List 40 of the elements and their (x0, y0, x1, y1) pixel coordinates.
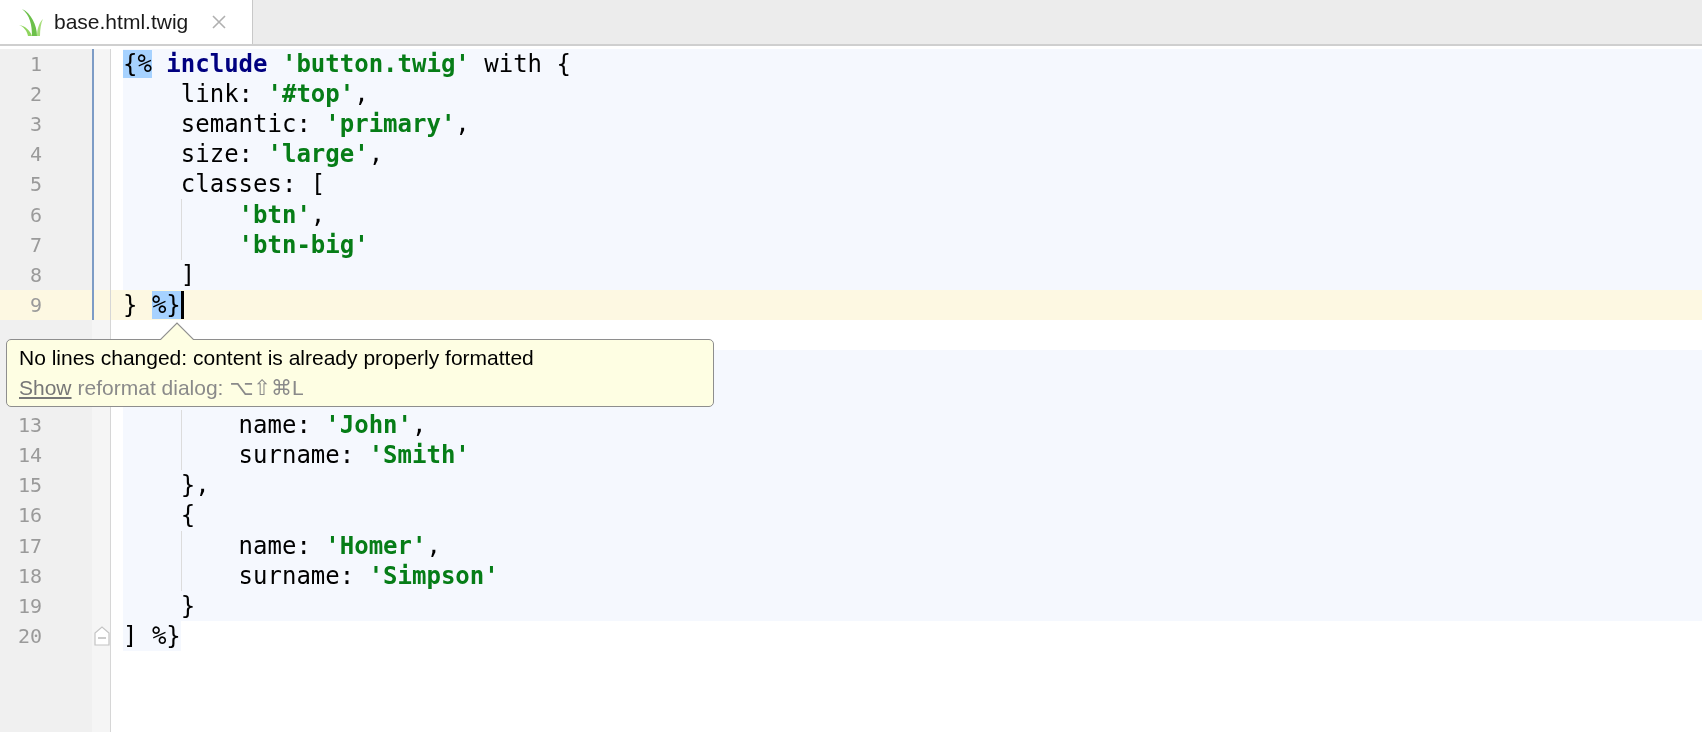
line-number: 15 (17, 473, 42, 498)
line-number: 14 (17, 443, 42, 468)
close-icon[interactable] (212, 15, 227, 29)
file-tab[interactable]: base.html.twig (0, 0, 253, 44)
line-number: 17 (17, 533, 42, 558)
code-line: surname: 'Smith' (237, 440, 470, 471)
line-number: 8 (29, 262, 42, 287)
fold-icon[interactable] (94, 625, 110, 646)
shortcut-hint: reformat dialog: ⌥⇧⌘L (77, 375, 304, 401)
line-number: 19 (17, 593, 42, 618)
show-link[interactable]: Show (19, 373, 72, 403)
code-line: classes: [ (179, 169, 326, 200)
leaf-icon (18, 7, 44, 37)
line-number: 20 (17, 623, 42, 648)
line-number: 18 (17, 563, 42, 588)
code-line: name: 'John', (237, 410, 427, 441)
code-line: semantic: 'primary', (179, 109, 470, 140)
code-line: {% include 'button.twig' with { (123, 49, 571, 80)
line-number: 2 (29, 82, 42, 107)
line-number: 6 (29, 202, 42, 227)
code-line: }, (179, 470, 210, 501)
line-number: 5 (29, 172, 42, 197)
line-number: 4 (29, 142, 42, 167)
code-line: name: 'Homer', (237, 530, 441, 561)
line-number: 7 (29, 232, 42, 257)
code-line: } (179, 590, 196, 621)
line-number: 1 (29, 52, 42, 77)
line-number: 16 (17, 503, 42, 528)
line-number: 3 (29, 112, 42, 137)
code-line: 'btn', (237, 199, 326, 230)
code-line: 'btn-big' (237, 229, 369, 260)
tooltip-message: No lines changed: content is already properly formatted (19, 345, 535, 371)
code-line: } %} (123, 289, 181, 320)
code-line: ] (179, 259, 196, 290)
code-line: size: 'large', (179, 139, 384, 170)
line-number: 9 (29, 292, 42, 317)
code-line: link: '#top', (179, 79, 369, 110)
code-line: surname: 'Simpson' (237, 560, 499, 591)
line-number: 13 (17, 413, 42, 438)
code-line: { (179, 500, 196, 531)
